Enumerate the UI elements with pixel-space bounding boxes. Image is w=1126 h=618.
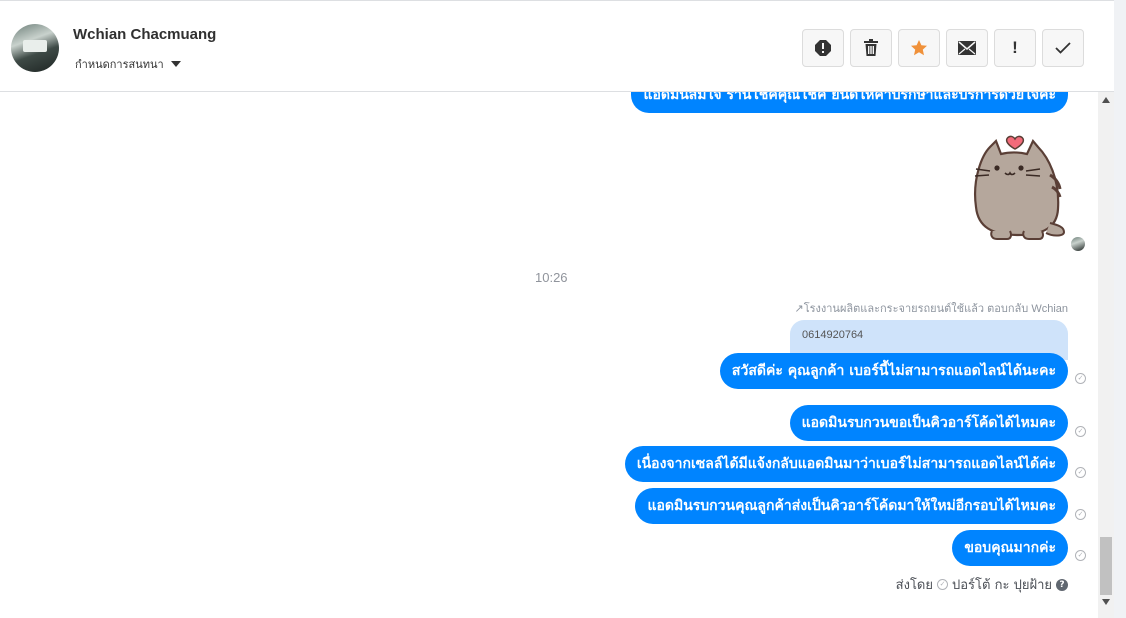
envelope-icon: [958, 41, 976, 55]
scrollbar[interactable]: [1098, 92, 1114, 618]
checkmark-icon: [1055, 42, 1071, 54]
check-icon: ✓: [937, 579, 948, 590]
seen-avatar: [1071, 237, 1085, 251]
reply-note: ↗โรงงานผลิตและกระจายรถยนต์ใช้แล้ว ตอบกลั…: [794, 303, 1068, 315]
conversation-header: Wchian Chacmuang กำหนดการสนทนา !: [0, 0, 1114, 92]
scrollbar-thumb[interactable]: [1100, 537, 1112, 595]
sent-by-prefix: ส่งโดย: [895, 578, 933, 593]
messenger-app: Wchian Chacmuang กำหนดการสนทนา ! แอดมินส…: [0, 0, 1126, 618]
action-toolbar: !: [802, 29, 1084, 67]
message-bubble[interactable]: ขอบคุณมากค่ะ: [952, 530, 1068, 566]
window-edge: [1114, 0, 1126, 618]
sent-by-line: ส่งโดย ✓ ปอร์โต้ กะ ปุยฝ้าย ?: [896, 574, 1068, 595]
mail-button[interactable]: [946, 29, 988, 67]
delivered-check-icon: ✓: [1075, 509, 1086, 520]
delivered-check-icon: ✓: [1075, 373, 1086, 384]
pusheen-sticker[interactable]: [966, 127, 1072, 247]
delivered-check-icon: ✓: [1075, 467, 1086, 478]
trash-icon: [864, 39, 878, 56]
message-bubble[interactable]: แอดมินสมใจ ร้านโชคคุณโชค ยินดีให้คำปรึกษ…: [631, 92, 1068, 113]
star-button[interactable]: [898, 29, 940, 67]
delivered-check-icon: ✓: [1075, 426, 1086, 437]
star-icon: [911, 40, 927, 56]
report-button[interactable]: [802, 29, 844, 67]
delete-button[interactable]: [850, 29, 892, 67]
important-button[interactable]: !: [994, 29, 1036, 67]
conversation-label-dropdown[interactable]: กำหนดการสนทนา: [75, 55, 181, 73]
message-bubble[interactable]: สวัสดีค่ะ คุณลูกค้า เบอร์นี้ไม่สามารถแอด…: [719, 353, 1068, 389]
caret-down-icon: [170, 61, 181, 67]
help-icon[interactable]: ?: [1056, 578, 1068, 591]
exclamation-icon: !: [1012, 38, 1018, 57]
message-timestamp: 10:26: [535, 270, 568, 285]
conversation-label-text: กำหนดการสนทนา: [75, 58, 164, 71]
message-bubble[interactable]: แอดมินรบกวนขอเป็นคิวอาร์โค้ดได้ไหมคะ: [789, 405, 1068, 441]
contact-name[interactable]: Wchian Chacmuang: [73, 26, 216, 43]
scroll-up-arrow-icon[interactable]: [1102, 97, 1110, 103]
mark-done-button[interactable]: [1042, 29, 1084, 67]
contact-avatar[interactable]: [11, 24, 59, 72]
scroll-down-arrow-icon[interactable]: [1102, 599, 1110, 605]
delivered-check-icon: ✓: [1075, 550, 1086, 561]
sent-by-name: ปอร์โต้ กะ ปุยฝ้าย: [952, 578, 1052, 593]
message-thread[interactable]: แอดมินสมใจ ร้านโชคคุณโชค ยินดีให้คำปรึกษ…: [0, 92, 1098, 618]
report-icon: [815, 40, 831, 56]
message-bubble[interactable]: เนื่องจากเซลล์ได้มีแจ้งกลับแอดมินมาว่าเบ…: [624, 446, 1068, 482]
message-bubble[interactable]: แอดมินรบกวนคุณลูกค้าส่งเป็นคิวอาร์โค้ดมา…: [635, 488, 1068, 524]
